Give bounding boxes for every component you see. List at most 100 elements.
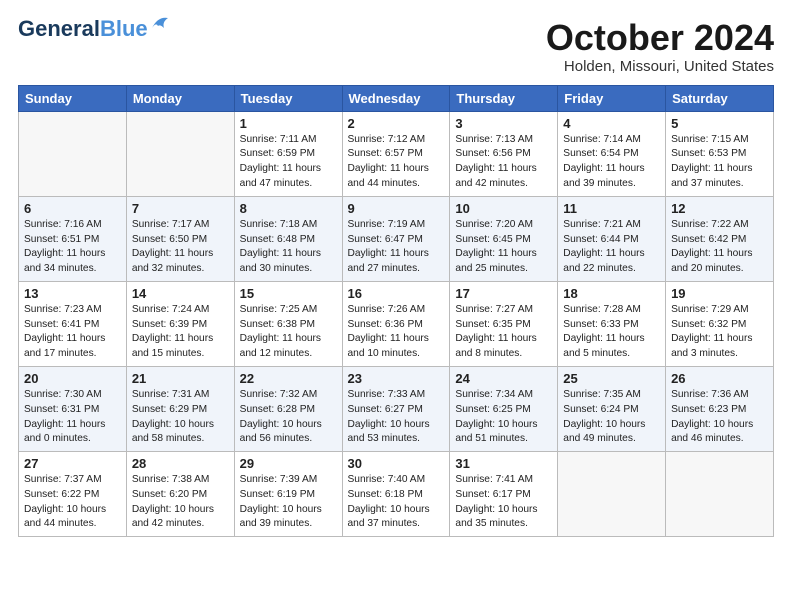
month-title: October 2024 <box>546 18 774 58</box>
calendar-cell: 5 Sunrise: 7:15 AM Sunset: 6:53 PM Daylig… <box>666 111 774 196</box>
day-number: 21 <box>132 371 229 386</box>
calendar-cell: 31 Sunrise: 7:41 AM Sunset: 6:17 PM Dayli… <box>450 452 558 537</box>
calendar-cell: 6 Sunrise: 7:16 AM Sunset: 6:51 PM Daylig… <box>19 196 127 281</box>
day-number: 30 <box>348 456 445 471</box>
day-number: 31 <box>455 456 552 471</box>
calendar-cell: 21 Sunrise: 7:31 AM Sunset: 6:29 PM Dayli… <box>126 366 234 451</box>
day-info: Sunrise: 7:41 AM Sunset: 6:17 PM Dayligh… <box>455 473 552 532</box>
day-number: 18 <box>563 286 660 301</box>
calendar-cell: 8 Sunrise: 7:18 AM Sunset: 6:48 PM Daylig… <box>234 196 342 281</box>
day-number: 11 <box>563 201 660 216</box>
day-info: Sunrise: 7:17 AM Sunset: 6:50 PM Dayligh… <box>132 218 229 277</box>
day-info: Sunrise: 7:22 AM Sunset: 6:42 PM Dayligh… <box>671 218 768 277</box>
day-number: 14 <box>132 286 229 301</box>
calendar-cell: 16Sunrise: 7:26 AM Sunset: 6:36 PM Dayli… <box>342 281 450 366</box>
day-number: 2 <box>348 116 445 131</box>
calendar-cell: 17 Sunrise: 7:27 AM Sunset: 6:35 PM Dayli… <box>450 281 558 366</box>
day-number: 8 <box>240 201 337 216</box>
weekday-header-sunday: Sunday <box>19 85 127 111</box>
calendar-cell: 19 Sunrise: 7:29 AM Sunset: 6:32 PM Dayli… <box>666 281 774 366</box>
day-number: 19 <box>671 286 768 301</box>
calendar-cell: 29Sunrise: 7:39 AM Sunset: 6:19 PM Dayli… <box>234 452 342 537</box>
calendar-cell: 9 Sunrise: 7:19 AM Sunset: 6:47 PM Daylig… <box>342 196 450 281</box>
calendar-cell: 13 Sunrise: 7:23 AM Sunset: 6:41 PM Dayli… <box>19 281 127 366</box>
calendar-cell: 2Sunrise: 7:12 AM Sunset: 6:57 PM Daylig… <box>342 111 450 196</box>
calendar-cell: 22 Sunrise: 7:32 AM Sunset: 6:28 PM Dayli… <box>234 366 342 451</box>
day-info: Sunrise: 7:29 AM Sunset: 6:32 PM Dayligh… <box>671 303 768 362</box>
day-info: Sunrise: 7:35 AM Sunset: 6:24 PM Dayligh… <box>563 388 660 447</box>
day-info: Sunrise: 7:28 AM Sunset: 6:33 PM Dayligh… <box>563 303 660 362</box>
day-info: Sunrise: 7:18 AM Sunset: 6:48 PM Dayligh… <box>240 218 337 277</box>
day-info: Sunrise: 7:36 AM Sunset: 6:23 PM Dayligh… <box>671 388 768 447</box>
calendar-cell: 15 Sunrise: 7:25 AM Sunset: 6:38 PM Dayli… <box>234 281 342 366</box>
day-number: 7 <box>132 201 229 216</box>
calendar-cell: 27 Sunrise: 7:37 AM Sunset: 6:22 PM Dayli… <box>19 452 127 537</box>
calendar-cell: 10 Sunrise: 7:20 AM Sunset: 6:45 PM Dayli… <box>450 196 558 281</box>
day-number: 27 <box>24 456 121 471</box>
day-info: Sunrise: 7:40 AM Sunset: 6:18 PM Dayligh… <box>348 473 445 532</box>
day-number: 29 <box>240 456 337 471</box>
header: GeneralBlue October 2024 Holden, Missour… <box>18 18 774 75</box>
day-info: Sunrise: 7:31 AM Sunset: 6:29 PM Dayligh… <box>132 388 229 447</box>
logo-general: General <box>18 16 100 41</box>
day-number: 10 <box>455 201 552 216</box>
calendar-cell: 12 Sunrise: 7:22 AM Sunset: 6:42 PM Dayli… <box>666 196 774 281</box>
day-number: 22 <box>240 371 337 386</box>
week-row-3: 13 Sunrise: 7:23 AM Sunset: 6:41 PM Dayli… <box>19 281 774 366</box>
day-info: Sunrise: 7:14 AM Sunset: 6:54 PM Dayligh… <box>563 133 660 192</box>
calendar-cell: 28 Sunrise: 7:38 AM Sunset: 6:20 PM Dayli… <box>126 452 234 537</box>
day-info: Sunrise: 7:34 AM Sunset: 6:25 PM Dayligh… <box>455 388 552 447</box>
day-number: 13 <box>24 286 121 301</box>
calendar-cell: 23Sunrise: 7:33 AM Sunset: 6:27 PM Dayli… <box>342 366 450 451</box>
day-info: Sunrise: 7:37 AM Sunset: 6:22 PM Dayligh… <box>24 473 121 532</box>
calendar: SundayMondayTuesdayWednesdayThursdayFrid… <box>18 85 774 538</box>
day-number: 24 <box>455 371 552 386</box>
day-info: Sunrise: 7:30 AM Sunset: 6:31 PM Dayligh… <box>24 388 121 447</box>
day-number: 5 <box>671 116 768 131</box>
day-info: Sunrise: 7:19 AM Sunset: 6:47 PM Dayligh… <box>348 218 445 277</box>
calendar-cell: 30 Sunrise: 7:40 AM Sunset: 6:18 PM Dayli… <box>342 452 450 537</box>
calendar-cell: 3Sunrise: 7:13 AM Sunset: 6:56 PM Daylig… <box>450 111 558 196</box>
day-number: 23 <box>348 371 445 386</box>
logo: GeneralBlue <box>18 18 172 40</box>
calendar-cell: 26 Sunrise: 7:36 AM Sunset: 6:23 PM Dayli… <box>666 366 774 451</box>
day-info: Sunrise: 7:38 AM Sunset: 6:20 PM Dayligh… <box>132 473 229 532</box>
logo-blue: Blue <box>100 16 148 41</box>
day-info: Sunrise: 7:32 AM Sunset: 6:28 PM Dayligh… <box>240 388 337 447</box>
week-row-2: 6 Sunrise: 7:16 AM Sunset: 6:51 PM Daylig… <box>19 196 774 281</box>
day-number: 17 <box>455 286 552 301</box>
weekday-header-wednesday: Wednesday <box>342 85 450 111</box>
day-info: Sunrise: 7:21 AM Sunset: 6:44 PM Dayligh… <box>563 218 660 277</box>
day-number: 6 <box>24 201 121 216</box>
day-info: Sunrise: 7:25 AM Sunset: 6:38 PM Dayligh… <box>240 303 337 362</box>
calendar-cell: 1Sunrise: 7:11 AM Sunset: 6:59 PM Daylig… <box>234 111 342 196</box>
calendar-cell: 20 Sunrise: 7:30 AM Sunset: 6:31 PM Dayli… <box>19 366 127 451</box>
day-info: Sunrise: 7:11 AM Sunset: 6:59 PM Dayligh… <box>240 133 337 192</box>
week-row-1: 1Sunrise: 7:11 AM Sunset: 6:59 PM Daylig… <box>19 111 774 196</box>
day-number: 15 <box>240 286 337 301</box>
day-number: 20 <box>24 371 121 386</box>
calendar-cell: 14 Sunrise: 7:24 AM Sunset: 6:39 PM Dayli… <box>126 281 234 366</box>
day-info: Sunrise: 7:24 AM Sunset: 6:39 PM Dayligh… <box>132 303 229 362</box>
weekday-header-thursday: Thursday <box>450 85 558 111</box>
day-number: 26 <box>671 371 768 386</box>
day-number: 9 <box>348 201 445 216</box>
day-number: 25 <box>563 371 660 386</box>
day-number: 12 <box>671 201 768 216</box>
day-number: 4 <box>563 116 660 131</box>
weekday-header-row: SundayMondayTuesdayWednesdayThursdayFrid… <box>19 85 774 111</box>
calendar-cell: 11 Sunrise: 7:21 AM Sunset: 6:44 PM Dayli… <box>558 196 666 281</box>
calendar-cell <box>558 452 666 537</box>
day-info: Sunrise: 7:16 AM Sunset: 6:51 PM Dayligh… <box>24 218 121 277</box>
location: Holden, Missouri, United States <box>546 58 774 75</box>
day-info: Sunrise: 7:20 AM Sunset: 6:45 PM Dayligh… <box>455 218 552 277</box>
logo-bird-icon <box>150 14 172 32</box>
day-info: Sunrise: 7:23 AM Sunset: 6:41 PM Dayligh… <box>24 303 121 362</box>
calendar-cell: 7 Sunrise: 7:17 AM Sunset: 6:50 PM Daylig… <box>126 196 234 281</box>
day-info: Sunrise: 7:27 AM Sunset: 6:35 PM Dayligh… <box>455 303 552 362</box>
day-info: Sunrise: 7:15 AM Sunset: 6:53 PM Dayligh… <box>671 133 768 192</box>
calendar-cell <box>19 111 127 196</box>
weekday-header-tuesday: Tuesday <box>234 85 342 111</box>
day-number: 28 <box>132 456 229 471</box>
day-info: Sunrise: 7:13 AM Sunset: 6:56 PM Dayligh… <box>455 133 552 192</box>
